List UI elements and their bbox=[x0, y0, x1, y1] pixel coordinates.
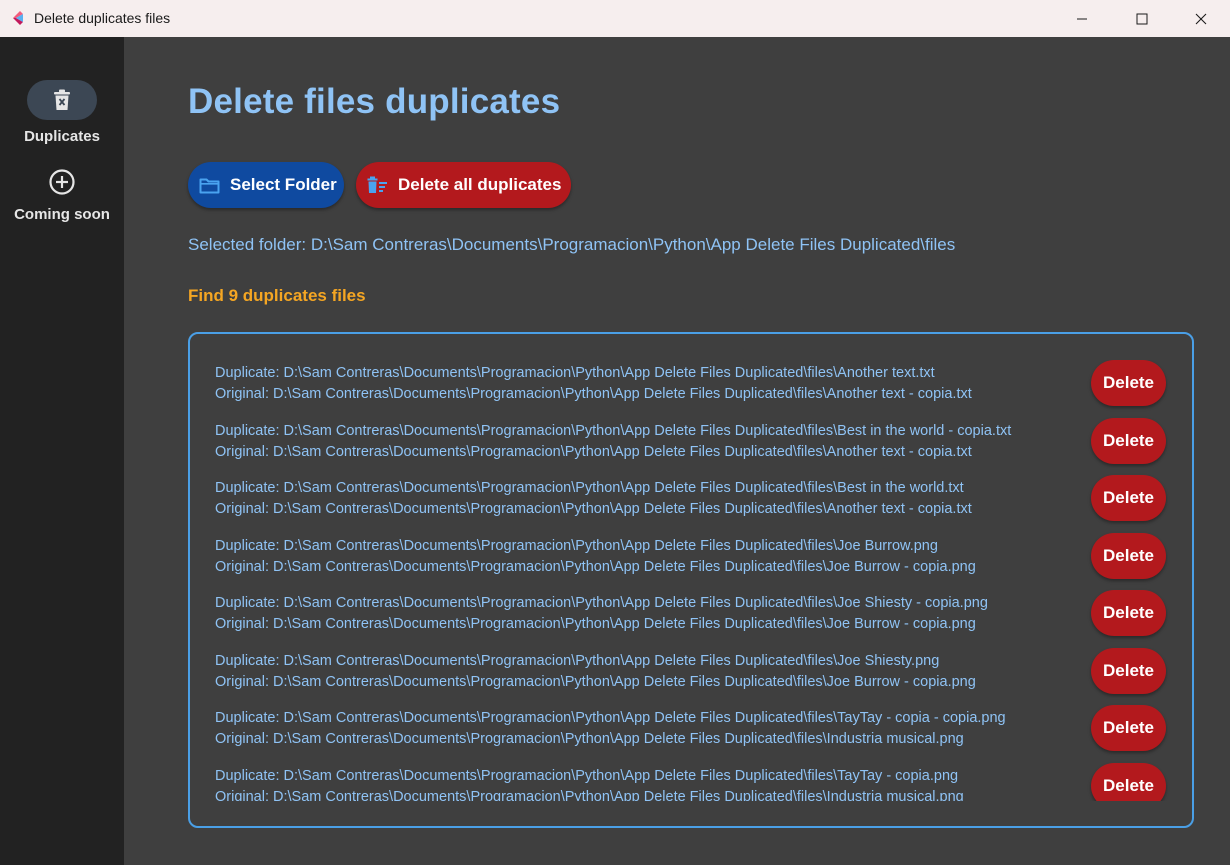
delete-button[interactable]: Delete bbox=[1091, 532, 1166, 579]
original-path: Original: D:\Sam Contreras\Documents\Pro… bbox=[215, 788, 964, 802]
duplicate-row: Duplicate: D:\Sam Contreras\Documents\Pr… bbox=[190, 647, 1192, 706]
duplicate-row: Duplicate: D:\Sam Contreras\Documents\Pr… bbox=[190, 475, 1192, 533]
delete-sweep-icon bbox=[367, 176, 387, 193]
delete-button[interactable]: Delete bbox=[1091, 647, 1166, 694]
duplicates-list-viewport: Duplicate: D:\Sam Contreras\Documents\Pr… bbox=[190, 360, 1192, 801]
duplicate-row-paths: Duplicate: D:\Sam Contreras\Documents\Pr… bbox=[215, 536, 976, 578]
duplicate-path: Duplicate: D:\Sam Contreras\Documents\Pr… bbox=[215, 767, 959, 784]
duplicate-row: Duplicate: D:\Sam Contreras\Documents\Pr… bbox=[190, 360, 1192, 418]
maximize-button[interactable] bbox=[1113, 0, 1171, 37]
duplicates-list[interactable]: Duplicate: D:\Sam Contreras\Documents\Pr… bbox=[188, 332, 1194, 828]
minimize-button[interactable] bbox=[1053, 0, 1111, 37]
close-button[interactable] bbox=[1172, 0, 1230, 37]
sidebar-item-indicator bbox=[27, 80, 97, 120]
duplicate-row-paths: Duplicate: D:\Sam Contreras\Documents\Pr… bbox=[215, 421, 1011, 463]
folder-icon bbox=[199, 178, 220, 193]
duplicate-row: Duplicate: D:\Sam Contreras\Documents\Pr… bbox=[190, 705, 1192, 763]
sidebar-item-duplicates[interactable]: Duplicates bbox=[0, 80, 124, 145]
sidebar-item-coming-soon[interactable]: Coming soon bbox=[0, 167, 124, 223]
duplicate-row: Duplicate: D:\Sam Contreras\Documents\Pr… bbox=[190, 417, 1192, 476]
duplicate-row-paths: Duplicate: D:\Sam Contreras\Documents\Pr… bbox=[215, 478, 972, 520]
maximize-icon bbox=[1136, 13, 1148, 24]
delete-button[interactable]: Delete bbox=[1091, 417, 1166, 464]
page-title: Delete files duplicates bbox=[188, 82, 561, 121]
sidebar-item-label: Coming soon bbox=[14, 206, 110, 223]
add-circle-icon bbox=[49, 169, 75, 195]
duplicate-row: Duplicate: D:\Sam Contreras\Documents\Pr… bbox=[190, 590, 1192, 648]
delete-button[interactable]: Delete bbox=[1091, 475, 1166, 521]
select-folder-label: Select Folder bbox=[230, 175, 337, 194]
duplicate-row-paths: Duplicate: D:\Sam Contreras\Documents\Pr… bbox=[215, 593, 988, 635]
delete-all-label: Delete all duplicates bbox=[398, 175, 562, 194]
sidebar: Duplicates Coming soon bbox=[0, 37, 124, 865]
delete-button[interactable]: Delete bbox=[1091, 360, 1166, 406]
duplicate-row-paths: Duplicate: D:\Sam Contreras\Documents\Pr… bbox=[215, 651, 976, 693]
duplicate-path: Duplicate: D:\Sam Contreras\Documents\Pr… bbox=[215, 595, 988, 611]
sidebar-item-label: Duplicates bbox=[24, 128, 100, 145]
duplicate-path: Duplicate: D:\Sam Contreras\Documents\Pr… bbox=[215, 710, 1006, 726]
original-path: Original: D:\Sam Contreras\Documents\Pro… bbox=[215, 386, 972, 402]
close-icon bbox=[1195, 13, 1207, 24]
original-path: Original: D:\Sam Contreras\Documents\Pro… bbox=[215, 443, 972, 460]
original-path: Original: D:\Sam Contreras\Documents\Pro… bbox=[215, 673, 976, 690]
delete-all-duplicates-button[interactable]: Delete all duplicates bbox=[356, 162, 571, 208]
delete-button[interactable]: Delete bbox=[1091, 590, 1166, 636]
duplicate-path: Duplicate: D:\Sam Contreras\Documents\Pr… bbox=[215, 652, 940, 669]
original-path: Original: D:\Sam Contreras\Documents\Pro… bbox=[215, 731, 964, 747]
duplicate-row-paths: Duplicate: D:\Sam Contreras\Documents\Pr… bbox=[215, 363, 972, 405]
duplicate-path: Duplicate: D:\Sam Contreras\Documents\Pr… bbox=[215, 422, 1012, 439]
duplicate-row-paths: Duplicate: D:\Sam Contreras\Documents\Pr… bbox=[215, 766, 964, 802]
duplicate-row-paths: Duplicate: D:\Sam Contreras\Documents\Pr… bbox=[215, 708, 1006, 750]
window-title: Delete duplicates files bbox=[34, 10, 171, 26]
duplicate-path: Duplicate: D:\Sam Contreras\Documents\Pr… bbox=[215, 480, 964, 496]
trash-icon bbox=[54, 89, 70, 110]
original-path: Original: D:\Sam Contreras\Documents\Pro… bbox=[215, 501, 972, 517]
duplicates-count: Find 9 duplicates files bbox=[188, 286, 366, 305]
duplicate-path: Duplicate: D:\Sam Contreras\Documents\Pr… bbox=[215, 365, 935, 381]
delete-button[interactable]: Delete bbox=[1091, 705, 1166, 751]
title-bar: Delete duplicates files bbox=[0, 0, 1230, 37]
app-logo-icon bbox=[13, 11, 23, 25]
select-folder-button[interactable]: Select Folder bbox=[188, 162, 344, 208]
duplicate-row: Duplicate: D:\Sam Contreras\Documents\Pr… bbox=[190, 762, 1192, 802]
delete-button[interactable]: Delete bbox=[1091, 762, 1166, 801]
minimize-icon bbox=[1077, 18, 1087, 19]
original-path: Original: D:\Sam Contreras\Documents\Pro… bbox=[215, 558, 976, 575]
selected-folder-path: Selected folder: D:\Sam Contreras\Docume… bbox=[188, 235, 956, 254]
duplicate-row: Duplicate: D:\Sam Contreras\Documents\Pr… bbox=[190, 532, 1192, 591]
duplicate-path: Duplicate: D:\Sam Contreras\Documents\Pr… bbox=[215, 537, 938, 554]
original-path: Original: D:\Sam Contreras\Documents\Pro… bbox=[215, 616, 976, 632]
